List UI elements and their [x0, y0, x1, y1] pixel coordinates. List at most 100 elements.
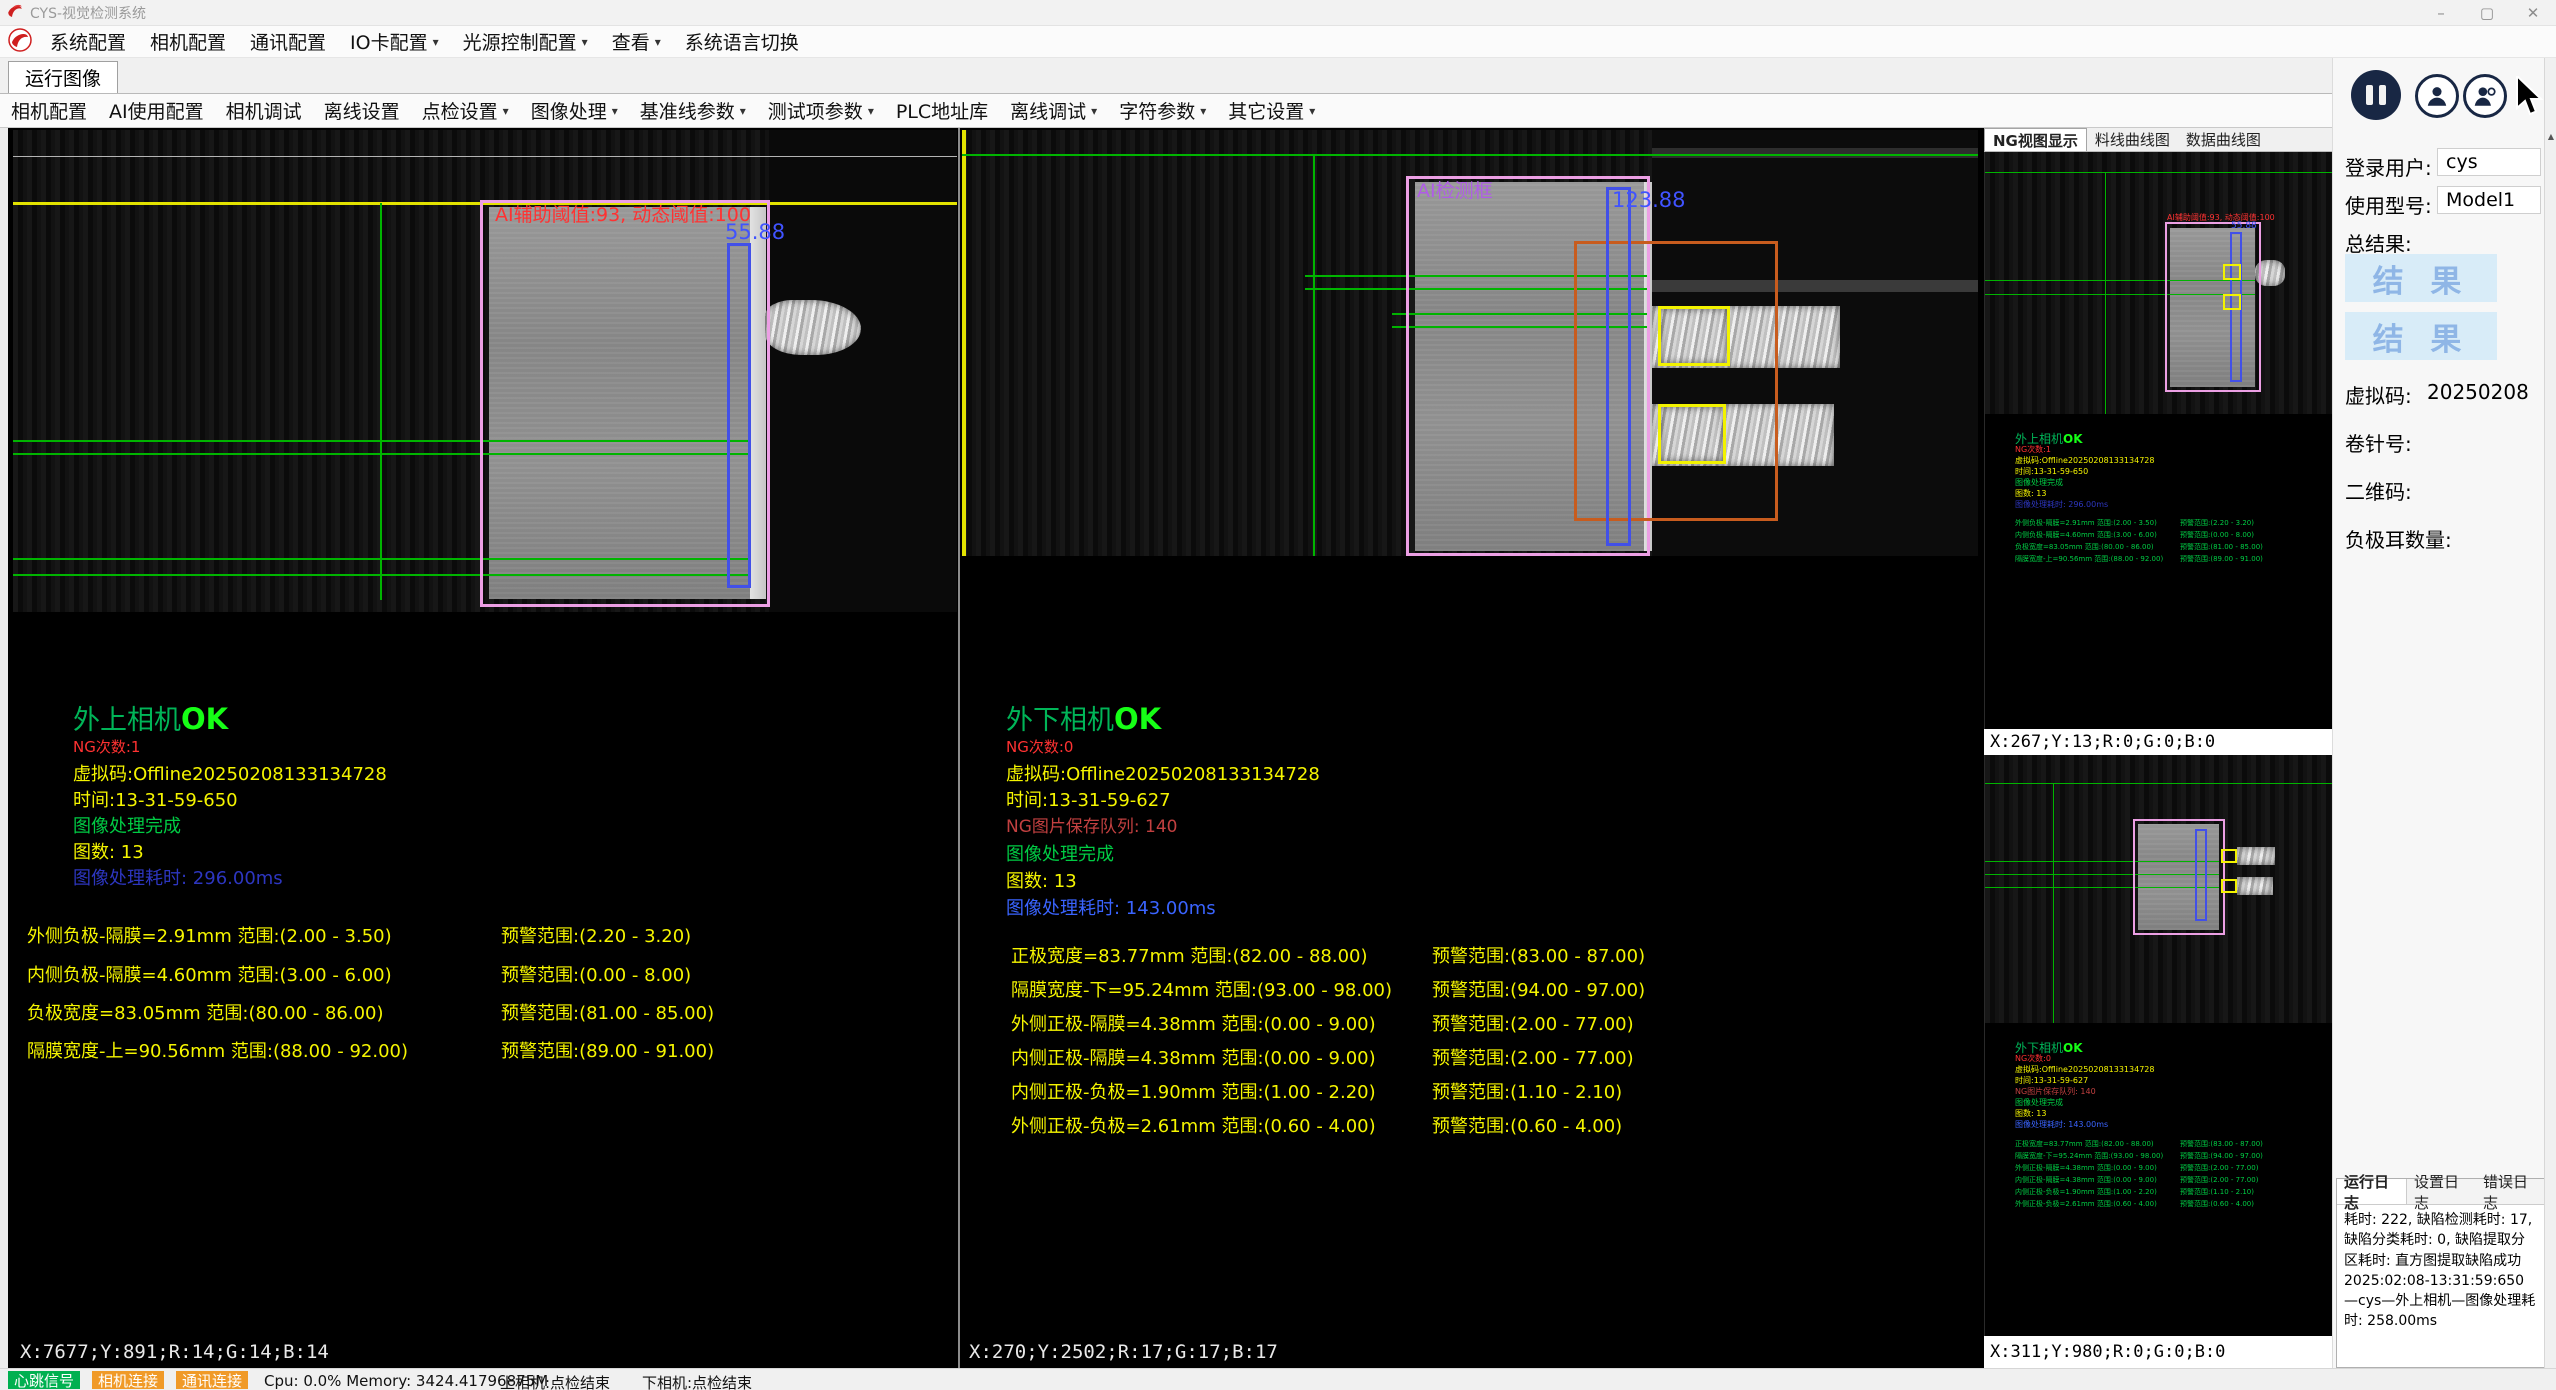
tool-test-params[interactable]: 测试项参数▾ — [757, 94, 885, 127]
menu-item-io-card-config[interactable]: IO卡配置▾ — [338, 26, 451, 57]
tool-other-settings[interactable]: 其它设置▾ — [1217, 94, 1326, 127]
green-reference-line — [2105, 172, 2106, 414]
measurement-text: 隔膜宽度-下=95.24mm 范围:(93.00 - 98.00) — [1011, 976, 1392, 1002]
process-done: 图像处理完成 — [1006, 840, 1114, 866]
winding-pin-label: 卷针号: — [2345, 428, 2412, 457]
close-button[interactable]: ✕ — [2510, 0, 2556, 26]
user-manage-button[interactable] — [2463, 74, 2507, 118]
view-tab-row: 运行图像 — [0, 58, 2332, 94]
maximize-button[interactable]: ▢ — [2464, 0, 2510, 26]
tool-image-process[interactable]: 图像处理▾ — [520, 94, 629, 127]
menu-item-comm-config[interactable]: 通讯配置 — [238, 26, 338, 57]
camera-result-line: 外上相机OK — [73, 698, 228, 737]
ai-search-box — [1574, 241, 1778, 521]
tool-camera-config[interactable]: 相机配置 — [0, 94, 98, 127]
chevron-down-icon: ▾ — [655, 35, 661, 49]
measurement-warn: 预警范围:(2.00 - 77.00) — [1432, 1044, 1634, 1070]
green-reference-line — [380, 203, 382, 600]
chevron-down-icon: ▾ — [612, 104, 618, 118]
frame-count: 图数: 13 — [1006, 867, 1077, 893]
tab-settings-log[interactable]: 设置日志 — [2407, 1179, 2476, 1204]
green-reference-line — [1985, 783, 2332, 784]
tool-plc-address[interactable]: PLC地址库 — [885, 94, 999, 127]
menu-item-language-switch[interactable]: 系统语言切换 — [673, 26, 811, 57]
tab-detect-box — [2221, 879, 2237, 893]
upper-camera-viewport[interactable]: AI辅助阈值:93, 动态阈值:100 55.88 外上相机OK NG次数:1 … — [13, 130, 957, 1334]
login-user-label: 登录用户: — [2345, 152, 2432, 181]
log-tab-bar: 运行日志 设置日志 错误日志 — [2337, 1179, 2545, 1205]
virtual-code: 虚拟码:Offline20250208133134728 — [1006, 760, 1320, 786]
app-logo-icon — [8, 28, 32, 56]
menu-item-camera-config[interactable]: 相机配置 — [138, 26, 238, 57]
result-badge-upper: 结 果 — [2345, 254, 2497, 302]
tab-line-curve[interactable]: 料线曲线图 — [2087, 128, 2178, 151]
status-bar: 心跳信号 相机连接 通讯连接 Cpu: 0.0% Memory: 3424.41… — [0, 1368, 2556, 1390]
ai-threshold-text: AI辅助阈值:93, 动态阈值:100 — [2167, 212, 2275, 223]
lower-camera-viewport[interactable]: AI检测框 123.88 外下相机OK NG次数:0 虚拟码:Offline20… — [962, 130, 1978, 1334]
chevron-down-icon: ▾ — [1200, 104, 1206, 118]
menu-item-system-config[interactable]: 系统配置 — [38, 26, 138, 57]
ng-thumbnail-lower[interactable]: 外下相机OK NG次数:0 虚拟码:Offline202502081331347… — [1984, 755, 2332, 1336]
log-panel: 运行日志 设置日志 错误日志 耗时: 222, 缺陷检测耗时: 17, 缺陷分类… — [2336, 1178, 2546, 1368]
tool-camera-debug[interactable]: 相机调试 — [215, 94, 313, 127]
tab-ng-view[interactable]: NG视图显示 — [1984, 128, 2087, 151]
user-login-button[interactable] — [2415, 74, 2459, 118]
measurement-warn: 预警范围:(81.00 - 85.00) — [501, 999, 714, 1025]
minimize-button[interactable]: – — [2418, 0, 2464, 26]
pause-icon — [2379, 85, 2386, 105]
pixel-readout: X:267;Y:13;R:0;G:0;B:0 — [1984, 729, 2332, 755]
virtual-code-value: 20250208 — [2427, 380, 2529, 404]
ng-count: NG次数:0 — [1006, 736, 1073, 757]
measurement-text: 内侧正极-隔膜=4.38mm 范围:(0.00 - 9.00) — [1011, 1044, 1376, 1070]
log-text: 耗时: 222, 缺陷检测耗时: 17, 缺陷分类耗时: 0, 缺陷提取分区耗时… — [2337, 1205, 2545, 1365]
detect-box — [2195, 829, 2207, 921]
menu-item-view[interactable]: 查看▾ — [600, 26, 673, 57]
measurement-text: 外侧正极-负极=2.61mm 范围:(0.60 - 4.00) — [1011, 1112, 1376, 1138]
menu-item-light-config[interactable]: 光源控制配置▾ — [451, 26, 600, 57]
scroll-up-icon[interactable]: ▲ — [2545, 128, 2556, 144]
tab-detect-box — [2221, 849, 2237, 863]
ng-tab-bar: NG视图显示 料线曲线图 数据曲线图 — [1984, 128, 2332, 152]
process-done: 图像处理完成 — [73, 812, 181, 838]
chevron-down-icon: ▾ — [433, 35, 439, 49]
model-label: 使用型号: — [2345, 190, 2432, 219]
tab-data-curve[interactable]: 数据曲线图 — [2178, 128, 2269, 151]
process-elapsed: 图像处理耗时: 143.00ms — [1006, 894, 1216, 920]
roi-box — [2165, 222, 2261, 392]
upper-camera-check-status: 上相机:点检结束 — [500, 1372, 610, 1390]
pause-icon — [2366, 85, 2373, 105]
measurement-warn: 预警范围:(2.20 - 3.20) — [501, 922, 691, 948]
result-ok: OK — [181, 702, 228, 736]
tool-offline-settings[interactable]: 离线设置 — [313, 94, 411, 127]
tool-offline-debug[interactable]: 离线调试▾ — [999, 94, 1108, 127]
green-reference-line — [1313, 154, 1315, 556]
vertical-scrollbar[interactable]: ▲ — [2544, 58, 2556, 1368]
result-badge-lower: 结 果 — [2345, 312, 2497, 360]
title-bar: CYS-视觉检测系统 – ▢ ✕ — [0, 0, 2556, 26]
measurement-text: 内侧负极-隔膜=4.60mm 范围:(3.00 - 6.00) — [27, 961, 392, 987]
ng-view-column: NG视图显示 料线曲线图 数据曲线图 AI辅助阈值:93, 动态阈值:100 5… — [1984, 128, 2332, 1368]
measurement-text: 隔膜宽度-上=90.56mm 范围:(88.00 - 92.00) — [27, 1037, 408, 1063]
process-elapsed: 图像处理耗时: 296.00ms — [73, 864, 283, 890]
menu-bar: 系统配置 相机配置 通讯配置 IO卡配置▾ 光源控制配置▾ 查看▾ 系统语言切换 — [0, 26, 2556, 58]
lower-camera-check-status: 下相机:点检结束 — [642, 1372, 752, 1390]
green-reference-line — [962, 154, 1978, 156]
ng-count: NG次数:1 — [73, 736, 140, 757]
ng-thumbnail-upper[interactable]: AI辅助阈值:93, 动态阈值:100 55.88 外上相机OK NG次数:1 … — [1984, 152, 2332, 729]
tab-run-log[interactable]: 运行日志 — [2337, 1179, 2407, 1204]
tool-char-params[interactable]: 字符参数▾ — [1108, 94, 1217, 127]
tool-baseline-params[interactable]: 基准线参数▾ — [629, 94, 757, 127]
pause-button[interactable] — [2351, 70, 2401, 120]
tool-ai-config[interactable]: AI使用配置 — [98, 94, 215, 127]
tool-spot-check[interactable]: 点检设置▾ — [411, 94, 520, 127]
measurement-warn: 预警范围:(94.00 - 97.00) — [1432, 976, 1645, 1002]
frame-count: 图数: 13 — [73, 838, 144, 864]
measure-value: 123.88 — [1612, 188, 1685, 212]
user-icon — [2424, 83, 2450, 109]
measurement-warn: 预警范围:(0.00 - 8.00) — [501, 961, 691, 987]
green-reference-line — [1985, 172, 2332, 173]
tab-run-image[interactable]: 运行图像 — [8, 61, 118, 93]
tab-error-log[interactable]: 错误日志 — [2476, 1179, 2545, 1204]
chevron-down-icon: ▾ — [1091, 104, 1097, 118]
app-window: CYS-视觉检测系统 – ▢ ✕ 系统配置 相机配置 通讯配置 IO卡配置▾ 光… — [0, 0, 2556, 1390]
